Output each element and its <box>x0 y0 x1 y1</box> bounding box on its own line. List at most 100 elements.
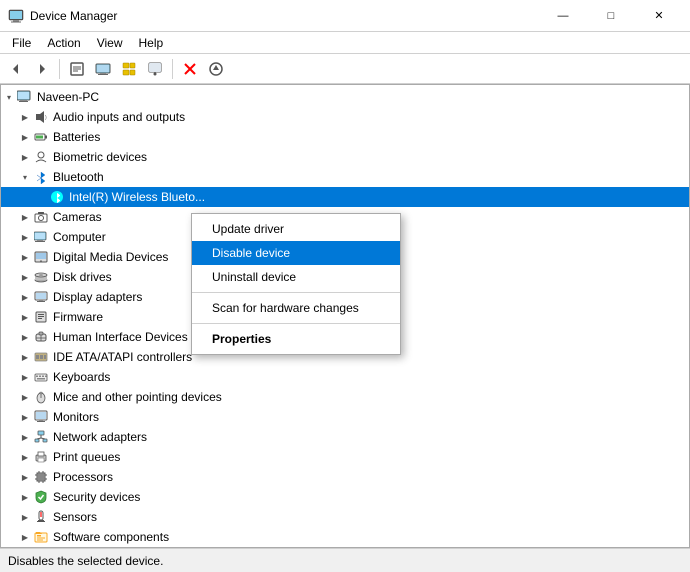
hid-label: Human Interface Devices <box>53 330 188 344</box>
hid-icon <box>33 329 49 345</box>
tree-item-network[interactable]: ▶ Network adapters <box>1 427 689 447</box>
update-driver-button[interactable] <box>204 57 228 81</box>
expand-biometric[interactable]: ▶ <box>17 147 33 167</box>
processor-icon <box>33 469 49 485</box>
minimize-button[interactable]: — <box>540 0 586 32</box>
status-text: Disables the selected device. <box>8 554 163 568</box>
print-label: Print queues <box>53 450 120 464</box>
bt-device-label: Intel(R) Wireless Blueto... <box>69 190 205 204</box>
window-controls: — □ ✕ <box>540 0 682 32</box>
firmware-label: Firmware <box>53 310 103 324</box>
scan-changes-button[interactable] <box>143 57 167 81</box>
ctx-uninstall-device[interactable]: Uninstall device <box>192 265 400 289</box>
toolbar-separator-2 <box>172 59 173 79</box>
expand-network[interactable]: ▶ <box>17 427 33 447</box>
status-bar: Disables the selected device. <box>0 548 690 572</box>
ctx-separator-1 <box>192 292 400 293</box>
expand-security[interactable]: ▶ <box>17 487 33 507</box>
tree-item-audio[interactable]: ▶ ) Audio inputs and outputs <box>1 107 689 127</box>
ctx-properties[interactable]: Properties <box>192 327 400 351</box>
keyboard-icon <box>33 369 49 385</box>
network-label: Network adapters <box>53 430 147 444</box>
tree-item-print[interactable]: ▶ Print queues <box>1 447 689 467</box>
close-button[interactable]: ✕ <box>636 0 682 32</box>
expand-root[interactable]: ▾ <box>1 87 17 107</box>
tree-item-sw-components[interactable]: ▶ Software components <box>1 527 689 547</box>
expand-ide[interactable]: ▶ <box>17 347 33 367</box>
display-label: Display adapters <box>53 290 142 304</box>
context-menu: Update driver Disable device Uninstall d… <box>191 213 401 355</box>
main-area: ▾ Naveen-PC ▶ ) Aud <box>0 84 690 548</box>
tree-item-keyboards[interactable]: ▶ Keyboards <box>1 367 689 387</box>
expand-sw-components[interactable]: ▶ <box>17 527 33 547</box>
tree-item-security[interactable]: ▶ Security devices <box>1 487 689 507</box>
tree-item-batteries[interactable]: ▶ Batteries <box>1 127 689 147</box>
expand-firmware[interactable]: ▶ <box>17 307 33 327</box>
expand-display[interactable]: ▶ <box>17 287 33 307</box>
expand-audio[interactable]: ▶ <box>17 107 33 127</box>
expand-computer[interactable]: ▶ <box>17 227 33 247</box>
ctx-update-driver[interactable]: Update driver <box>192 217 400 241</box>
delete-button[interactable] <box>178 57 202 81</box>
expand-processors[interactable]: ▶ <box>17 467 33 487</box>
sensors-label: Sensors <box>53 510 97 524</box>
menu-action[interactable]: Action <box>39 34 88 52</box>
maximize-button[interactable]: □ <box>588 0 634 32</box>
ide-icon <box>33 349 49 365</box>
menu-view[interactable]: View <box>89 34 131 52</box>
camera-icon <box>33 209 49 225</box>
back-button[interactable] <box>4 57 28 81</box>
bt-device-icon <box>49 189 65 205</box>
expand-cameras[interactable]: ▶ <box>17 207 33 227</box>
sensors-icon <box>33 509 49 525</box>
expand-disk[interactable]: ▶ <box>17 267 33 287</box>
expand-print[interactable]: ▶ <box>17 447 33 467</box>
expand-monitors[interactable]: ▶ <box>17 407 33 427</box>
expand-mice[interactable]: ▶ <box>17 387 33 407</box>
ctx-separator-2 <box>192 323 400 324</box>
properties-toolbar-button[interactable] <box>65 57 89 81</box>
batteries-label: Batteries <box>53 130 100 144</box>
tree-item-biometric[interactable]: ▶ Biometric devices <box>1 147 689 167</box>
mice-label: Mice and other pointing devices <box>53 390 222 404</box>
digital-label: Digital Media Devices <box>53 250 168 264</box>
expand-keyboards[interactable]: ▶ <box>17 367 33 387</box>
computer-icon <box>17 89 33 105</box>
tree-item-processors[interactable]: ▶ Processors <box>1 467 689 487</box>
menu-help[interactable]: Help <box>131 34 172 52</box>
mice-icon <box>33 389 49 405</box>
app-icon <box>8 8 24 24</box>
ctx-scan-hardware[interactable]: Scan for hardware changes <box>192 296 400 320</box>
expand-hid[interactable]: ▶ <box>17 327 33 347</box>
ctx-disable-device[interactable]: Disable device <box>192 241 400 265</box>
digital-media-icon <box>33 249 49 265</box>
expand-batteries[interactable]: ▶ <box>17 127 33 147</box>
tree-item-bt-device[interactable]: Intel(R) Wireless Blueto... <box>1 187 689 207</box>
tree-item-monitors[interactable]: ▶ Monitors <box>1 407 689 427</box>
display-icon <box>33 289 49 305</box>
biometric-label: Biometric devices <box>53 150 147 164</box>
forward-button[interactable] <box>30 57 54 81</box>
computer-label: Computer <box>53 230 106 244</box>
expand-digital[interactable]: ▶ <box>17 247 33 267</box>
show-hidden-button[interactable] <box>117 57 141 81</box>
ide-label: IDE ATA/ATAPI controllers <box>53 350 192 364</box>
audio-icon: ) <box>33 109 49 125</box>
disk-icon <box>33 269 49 285</box>
device-manager-toolbar-button[interactable] <box>91 57 115 81</box>
toolbar-separator-1 <box>59 59 60 79</box>
tree-item-sensors[interactable]: ▶ Sensors <box>1 507 689 527</box>
cameras-label: Cameras <box>53 210 102 224</box>
tree-root[interactable]: ▾ Naveen-PC <box>1 87 689 107</box>
monitors-label: Monitors <box>53 410 99 424</box>
window-title: Device Manager <box>30 9 540 23</box>
battery-icon <box>33 129 49 145</box>
tree-item-bluetooth[interactable]: ▾ Bluetooth <box>1 167 689 187</box>
security-icon <box>33 489 49 505</box>
keyboards-label: Keyboards <box>53 370 110 384</box>
expand-sensors[interactable]: ▶ <box>17 507 33 527</box>
expand-bluetooth[interactable]: ▾ <box>17 167 33 187</box>
svg-text:): ) <box>45 115 47 121</box>
menu-file[interactable]: File <box>4 34 39 52</box>
tree-item-mice[interactable]: ▶ Mice and other pointing devices <box>1 387 689 407</box>
